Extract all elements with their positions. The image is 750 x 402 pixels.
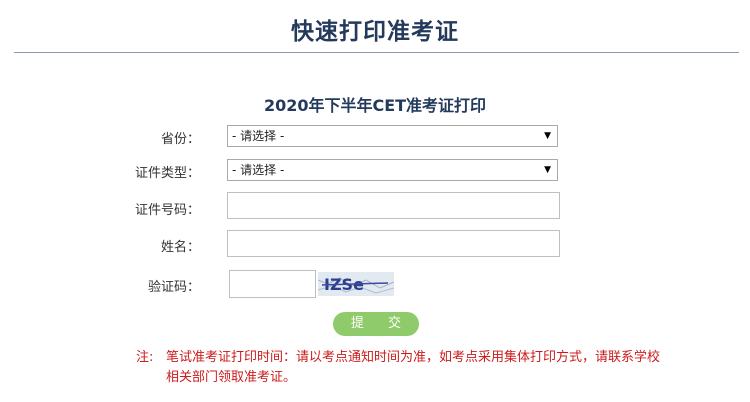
name-label: 姓名： bbox=[160, 240, 200, 255]
captcha-input[interactable] bbox=[229, 270, 316, 298]
id-type-select[interactable]: - 请选择 - ▼ bbox=[227, 159, 558, 181]
name-input[interactable] bbox=[227, 230, 560, 257]
captcha-image[interactable]: IZSe bbox=[318, 272, 394, 296]
captcha-label: 验证码： bbox=[147, 280, 200, 295]
notice-label: 注: bbox=[136, 350, 154, 365]
id-type-select-value: - 请选择 - bbox=[232, 163, 285, 177]
province-label: 省份： bbox=[160, 132, 200, 147]
id-number-input[interactable] bbox=[227, 192, 560, 219]
title-divider bbox=[14, 52, 739, 53]
submit-button[interactable]: 提 交 bbox=[333, 312, 419, 336]
id-type-label: 证件类型： bbox=[134, 166, 200, 181]
page-title: 快速打印准考证 bbox=[291, 19, 459, 45]
province-select[interactable]: - 请选择 - ▼ bbox=[227, 125, 558, 147]
form-title: 2020年下半年CET准考证打印 bbox=[263, 96, 487, 115]
dropdown-arrow-icon: ▼ bbox=[544, 131, 551, 141]
id-number-label: 证件号码： bbox=[134, 203, 200, 218]
dropdown-arrow-icon: ▼ bbox=[544, 165, 551, 175]
province-select-value: - 请选择 - bbox=[232, 129, 285, 143]
captcha-image-graphic: IZSe bbox=[318, 272, 394, 296]
notice-text: 笔试准考证打印时间：请以考点通知时间为准，如考点采用集体打印方式，请联系学校相关… bbox=[166, 350, 661, 385]
